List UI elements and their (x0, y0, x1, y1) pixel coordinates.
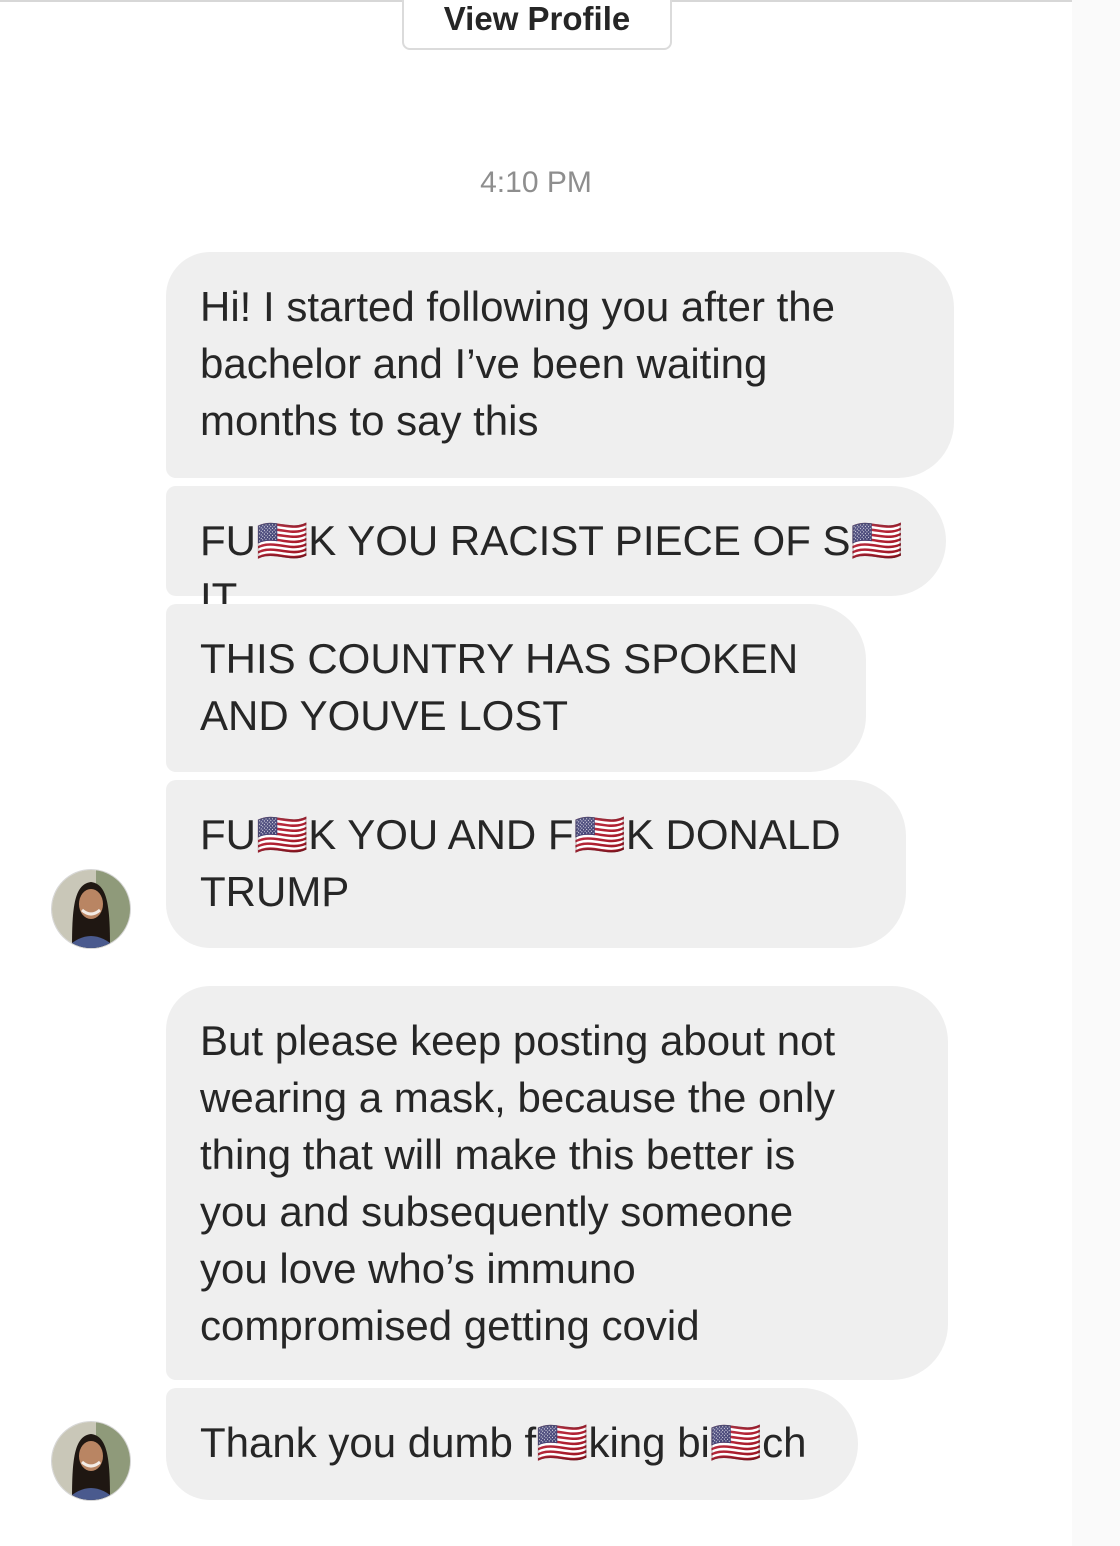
profile-photo-icon (52, 1422, 130, 1500)
message-bubble[interactable]: THIS COUNTRY HAS SPOKEN AND YOUVE LOST (166, 604, 866, 772)
message-bubble[interactable]: But please keep posting about not wearin… (166, 986, 948, 1380)
message-timestamp: 4:10 PM (480, 166, 592, 199)
right-edge (1072, 0, 1120, 1546)
message-bubble[interactable]: FU🇺🇸K YOU AND F🇺🇸K DONALD TRUMP (166, 780, 906, 948)
sender-avatar[interactable] (52, 1422, 130, 1500)
message-bubble[interactable]: Hi! I started following you after the ba… (166, 252, 954, 478)
view-profile-button[interactable]: View Profile (402, 0, 672, 50)
message-bubble[interactable]: FU🇺🇸K YOU RACIST PIECE OF S🇺🇸IT (166, 486, 946, 621)
sender-avatar[interactable] (52, 870, 130, 948)
profile-photo-icon (52, 870, 130, 948)
message-bubble[interactable]: Thank you dumb f🇺🇸king bi🇺🇸ch (166, 1388, 858, 1500)
